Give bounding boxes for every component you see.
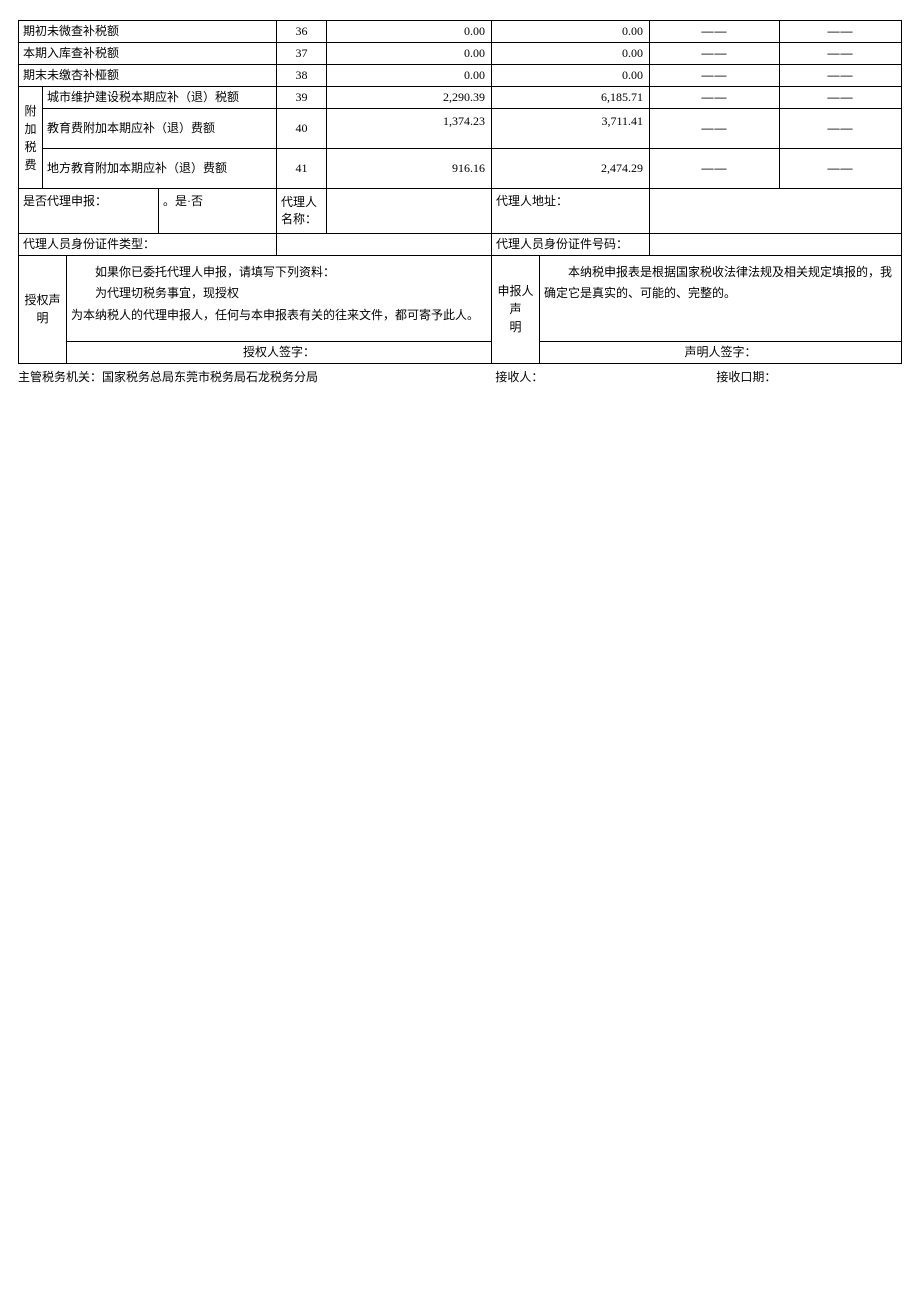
row-no: 37 [277,43,327,65]
row-c3: —— [650,87,780,109]
auth-left-sign: 授权人签字： [67,342,492,364]
row-c4: —— [780,87,902,109]
row-c4: —— [780,21,902,43]
tax-table: 期初未微查补税额 36 0.00 0.00 —— —— 本期入库查补税额 37 … [18,20,902,189]
row-c3: —— [650,109,780,149]
row-name: 地方教育附加本期应补（退）费额 [43,149,277,189]
row-name: 本期入库查补税额 [19,43,277,65]
footer-row: 主管税务机关：国家税务总局东莞市税务局石龙税务分局 接收人： 接收口期： [18,368,902,385]
row-c1: 0.00 [327,43,492,65]
footer-recv-date: 接收口期： [716,368,902,385]
footer-org: 主管税务机关：国家税务总局东莞市税务局石龙税务分局 [18,368,495,385]
row-c3: —— [650,21,780,43]
row-c4: —— [780,109,902,149]
agent-row-1: 是否代理申报： 。是·否 代理人名称： 代理人地址： [19,189,902,233]
row-c4: —— [780,149,902,189]
row-c2: 0.00 [492,65,650,87]
agent-table: 是否代理申报： 。是·否 代理人名称： 代理人地址： 代理人员身份证件类型： 代… [18,189,902,256]
table-row: 本期入库查补税额 37 0.00 0.00 —— —— [19,43,902,65]
row-c2: 0.00 [492,43,650,65]
row-c2: 2,474.29 [492,149,650,189]
is-agent-value: 。是·否 [159,189,277,233]
agent-row-2: 代理人员身份证件类型： 代理人员身份证件号码： [19,233,902,255]
table-row: 附加税费 城市维护建设税本期应补（退）税额 39 2,290.39 6,185.… [19,87,902,109]
auth-left-body: 如果你已委托代理人申报，请填写下列资料： 为代理切税务事宜，现授权 为本纳税人的… [67,256,492,342]
agent-addr-value[interactable] [650,189,902,233]
agent-idtype-label: 代理人员身份证件类型： [19,233,277,255]
table-row: 期末未缴杏补桠额 38 0.00 0.00 —— —— [19,65,902,87]
row-name: 城市维护建设税本期应补（退）税额 [43,87,277,109]
agent-idtype-value[interactable] [277,233,492,255]
row-c1: 0.00 [327,21,492,43]
row-name: 教育费附加本期应补（退）费额 [43,109,277,149]
table-row: 教育费附加本期应补（退）费额 40 1,374.23 3,711.41 —— —… [19,109,902,149]
row-name: 期初未微查补税额 [19,21,277,43]
row-c3: —— [650,149,780,189]
agent-name-label: 代理人名称： [277,189,327,233]
agent-idno-label: 代理人员身份证件号码： [492,233,650,255]
agent-addr-label: 代理人地址： [492,189,650,233]
row-no: 40 [277,109,327,149]
row-no: 38 [277,65,327,87]
is-agent-label: 是否代理申报： [19,189,159,233]
row-no: 39 [277,87,327,109]
row-c4: —— [780,43,902,65]
side-label: 附加税费 [19,87,43,189]
auth-left-title: 授权声明 [19,256,67,364]
footer-recv-by: 接收人： [495,368,716,385]
row-c3: —— [650,43,780,65]
auth-right-title: 申报人声明 [492,256,540,364]
row-c4: —— [780,65,902,87]
row-c1: 0.00 [327,65,492,87]
row-c1: 2,290.39 [327,87,492,109]
row-c3: —— [650,65,780,87]
agent-name-value[interactable] [327,189,492,233]
auth-right-sign: 声明人签字： [540,342,902,364]
auth-right-body: 本纳税申报表是根据国家税收法律法规及相关规定填报的，我确定它是真实的、可能的、完… [540,256,902,342]
table-row: 地方教育附加本期应补（退）费额 41 916.16 2,474.29 —— —— [19,149,902,189]
auth-table: 授权声明 如果你已委托代理人申报，请填写下列资料： 为代理切税务事宜，现授权 为… [18,256,902,365]
row-c2: 3,711.41 [492,109,650,149]
row-no: 36 [277,21,327,43]
row-c1: 916.16 [327,149,492,189]
row-c1: 1,374.23 [327,109,492,149]
row-c2: 6,185.71 [492,87,650,109]
table-row: 期初未微查补税额 36 0.00 0.00 —— —— [19,21,902,43]
row-name: 期末未缴杏补桠额 [19,65,277,87]
row-c2: 0.00 [492,21,650,43]
agent-idno-value[interactable] [650,233,902,255]
row-no: 41 [277,149,327,189]
